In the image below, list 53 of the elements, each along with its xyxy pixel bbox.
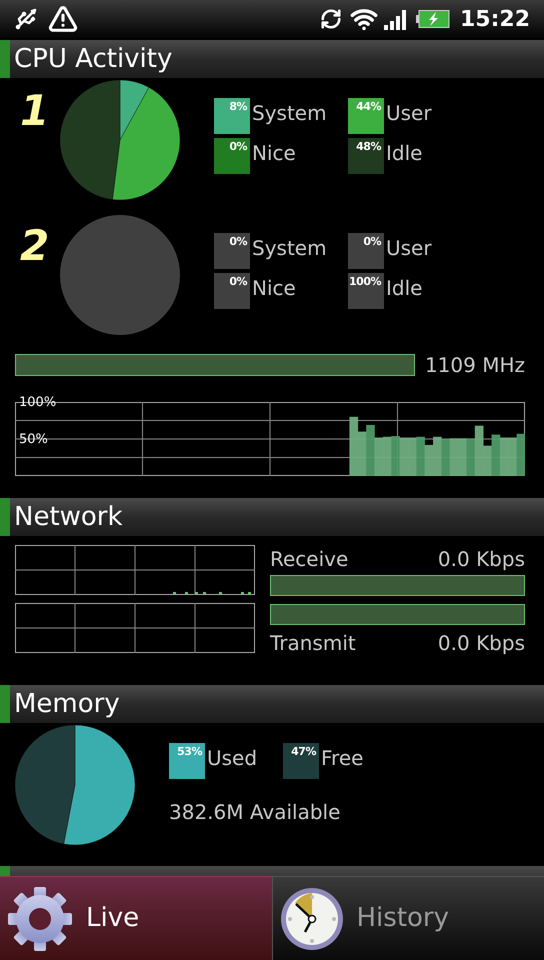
history-bar: [424, 444, 434, 476]
core-number: 1: [19, 85, 50, 137]
axis-label: 50%: [19, 432, 48, 446]
meter-label: Receive: [270, 546, 348, 573]
legend-label: User: [386, 100, 432, 127]
legend-percent: 0%: [229, 275, 247, 289]
status-time: 15:22: [460, 6, 530, 34]
meter-reading: 0.0 Kbps: [438, 546, 525, 573]
legend-percent: 48%: [356, 140, 381, 154]
history-bar: [366, 424, 375, 476]
legend-percent: 0%: [229, 140, 247, 154]
history-bar: [391, 436, 400, 476]
section-accent: [0, 685, 10, 723]
history-bar: [400, 438, 408, 476]
legend-percent: 47%: [291, 745, 316, 759]
legend-percent: 8%: [229, 100, 247, 114]
history-bar: [516, 434, 525, 476]
history-bar: [492, 434, 500, 476]
history-bar: [458, 438, 467, 476]
legend-label: System: [252, 235, 327, 262]
sync-icon: [320, 8, 342, 30]
legend-label: Idle: [386, 140, 422, 167]
warning-icon: [48, 4, 78, 34]
section-accent: [0, 40, 10, 78]
clock-icon: [278, 886, 344, 952]
legend-label: User: [386, 235, 432, 262]
legend-percent: 44%: [356, 100, 381, 114]
section-title: Network: [14, 501, 123, 534]
bottom-tab[interactable]: Live: [0, 876, 272, 960]
legend-label: System: [252, 100, 327, 127]
legend-label: Free: [321, 745, 364, 772]
legend-percent: 0%: [229, 235, 247, 249]
frequency-reading: 1109 MHz: [424, 352, 525, 379]
legend-percent: 53%: [177, 745, 202, 759]
usb-icon: [14, 7, 38, 31]
section-accent: [0, 498, 10, 536]
section-title: Memory: [14, 688, 120, 721]
history-bar: [433, 436, 442, 476]
legend-label: Idle: [386, 275, 422, 302]
legend-label: Nice: [252, 275, 296, 302]
memory-available: 382.6M Available: [169, 799, 342, 826]
core-number: 2: [19, 220, 50, 272]
legend-label: Nice: [252, 140, 296, 167]
battery-charging-icon: [416, 10, 450, 28]
history-bar: [374, 438, 384, 476]
section-title: CPU Activity: [14, 43, 172, 76]
meter-label: Transmit: [270, 630, 356, 657]
legend-percent: 0%: [363, 235, 381, 249]
meter-reading: 0.0 Kbps: [438, 630, 525, 657]
legend-label: Used: [207, 745, 258, 772]
legend-percent: 100%: [349, 275, 381, 289]
gear-icon: [6, 884, 74, 952]
bottom-tab[interactable]: History: [272, 876, 544, 960]
